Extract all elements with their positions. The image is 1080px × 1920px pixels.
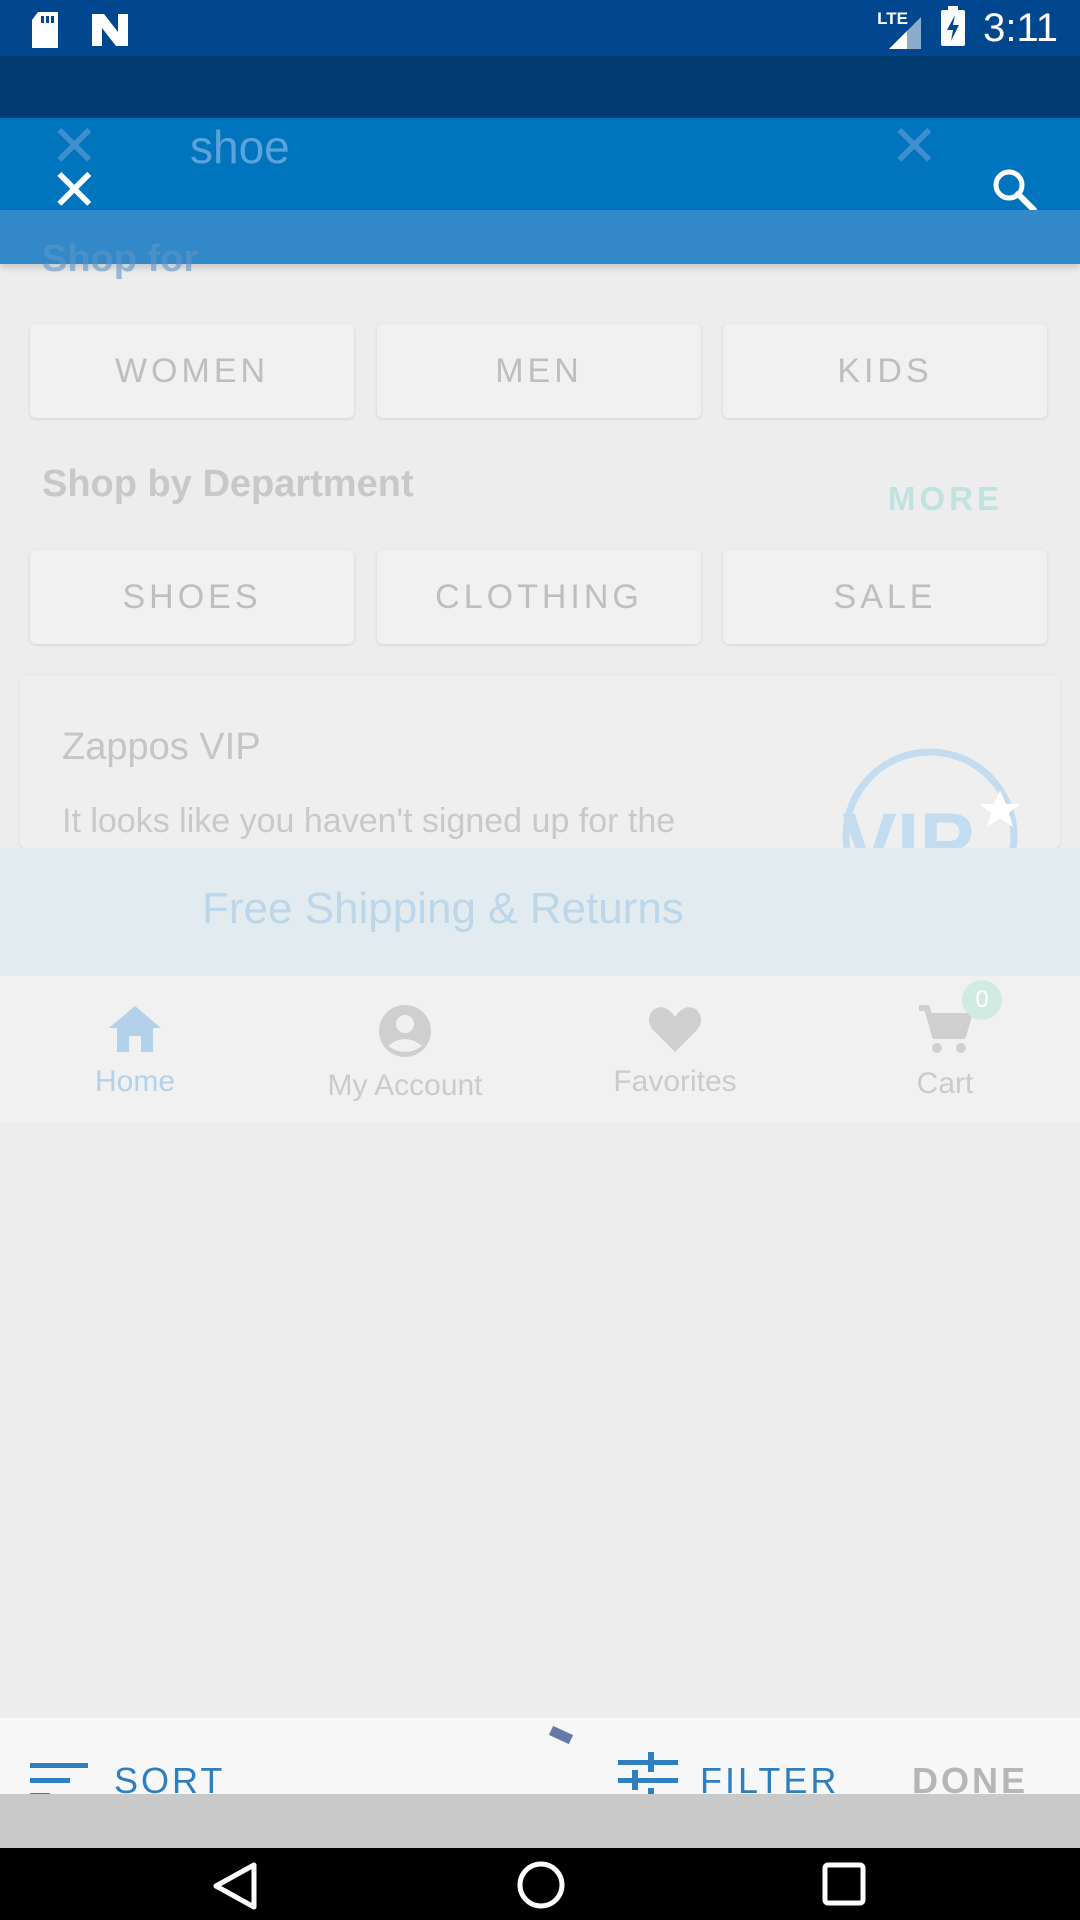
vip-logo: VIP (820, 736, 1040, 848)
home-circle-icon (517, 1861, 565, 1909)
dept-shoes-button[interactable]: SHOES (30, 550, 354, 644)
search-icon (993, 169, 1037, 213)
back-button[interactable] (212, 1862, 258, 1915)
more-link[interactable]: MORE (888, 480, 1003, 518)
shop-women-button[interactable]: WOMEN (30, 324, 354, 418)
toolbar-overlay (0, 1794, 1080, 1848)
free-shipping-text: Free Shipping & Returns (202, 884, 684, 933)
clock: 3:11 (983, 6, 1058, 50)
shop-for-title: Shop for (42, 238, 199, 280)
nav-home[interactable]: Home (0, 1004, 270, 1099)
sd-card-icon (30, 12, 60, 53)
nav-cart[interactable]: Cart (810, 1004, 1080, 1101)
search-app-bar: ✕ shoe ✕ ✕ (0, 114, 1080, 220)
free-shipping-banner[interactable]: Free Shipping & Returns (0, 848, 1080, 976)
bottom-navigation: Home My Account Favorites Cart (0, 976, 1080, 1122)
clear-icon: ✕ (890, 114, 939, 179)
cart-icon (919, 1005, 972, 1053)
vip-card[interactable]: Zappos VIP It looks like you haven't sig… (20, 676, 1060, 848)
dept-clothing-button[interactable]: CLOTHING (377, 550, 701, 644)
home-icon (109, 1006, 161, 1052)
svg-text:VIP: VIP (842, 797, 974, 848)
heart-icon (648, 1007, 702, 1052)
home-button[interactable] (516, 1860, 566, 1915)
system-navigation-bar (0, 1848, 1080, 1920)
nav-favorites[interactable]: Favorites (540, 1004, 810, 1099)
results-toolbar: SORT FILTER DONE (0, 1718, 1080, 1808)
battery-charging-icon (941, 6, 966, 51)
shop-men-button[interactable]: MEN (377, 324, 701, 418)
n-logo-icon (90, 14, 130, 51)
header-band (0, 56, 1080, 118)
signal-icon: LTE (877, 9, 923, 49)
back-icon (213, 1862, 257, 1910)
status-bar: LTE 3:11 (0, 0, 1080, 56)
nav-my-account[interactable]: My Account (270, 1004, 540, 1103)
search-query-ghost: shoe (190, 121, 290, 173)
vip-description: It looks like you haven't signed up for … (62, 802, 676, 840)
vip-title: Zappos VIP (62, 726, 261, 768)
recents-icon (822, 1862, 866, 1906)
cart-count-badge: 0 (962, 980, 1002, 1020)
shop-kids-button[interactable]: KIDS (723, 324, 1047, 418)
recents-button[interactable] (822, 1862, 866, 1911)
dept-sale-button[interactable]: SALE (723, 550, 1047, 644)
account-icon (379, 1005, 431, 1057)
department-title: Shop by Department (42, 463, 414, 505)
